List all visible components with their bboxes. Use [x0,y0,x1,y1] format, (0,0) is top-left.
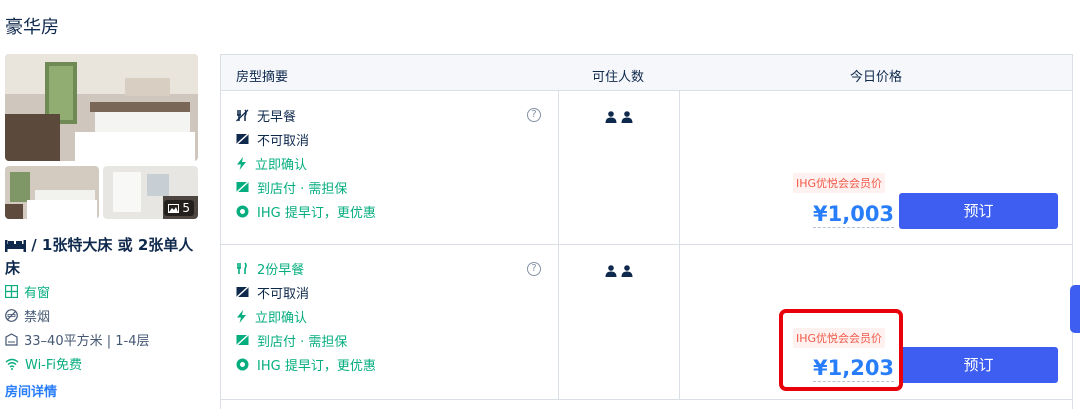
feature-area: 33–40平方米 | 1-4层 [5,330,149,349]
help-icon[interactable]: ? [527,108,541,122]
member-price-badge: IHG优悦会会员价 [793,173,886,193]
room-price: ¥1,003 [813,202,895,228]
feature-window: 有窗 [5,282,50,301]
pay-at-hotel-icon [236,334,249,346]
policy-label: 立即确认 [255,157,308,173]
policy-label: 到店付 · 需担保 [257,334,348,350]
policy-meal: 无早餐 [236,106,297,125]
area-icon [5,333,18,346]
photo-count: 5 [182,201,190,215]
no-smoking-icon [5,309,18,322]
rate-table: 房型摘要 可住人数 今日价格 无早餐 ? 不可取消 立即确认 到店付 · 需担保… [220,54,1073,409]
no-meal-icon [236,108,249,121]
lightning-icon [237,309,246,323]
feature-label: 33–40平方米 | 1-4层 [24,334,150,349]
lightning-icon [237,156,246,170]
policy-label: 2份早餐 [257,262,305,278]
room-photo-thumb-1[interactable] [5,166,99,219]
policy-label: 无早餐 [257,109,297,125]
no-cancel-icon [236,286,249,298]
person-icon [605,265,617,277]
person-icon [621,265,633,277]
policy-label: IHG 提早订，更优惠 [257,358,376,374]
feature-label: 有窗 [24,286,51,301]
book-button[interactable]: 预订 [899,193,1058,229]
gallery-icon [168,203,180,213]
policy-payment: 到店付 · 需担保 [236,331,348,350]
policy-confirm: 立即确认 [236,154,308,173]
policy-confirm: 立即确认 [236,307,308,326]
policy-label: 不可取消 [257,286,310,302]
feature-no-smoking: 禁烟 [5,306,50,325]
window-icon [5,285,18,298]
policy-label: 到店付 · 需担保 [257,181,348,197]
policy-cancel: 不可取消 [236,130,310,149]
header-guests: 可住人数 [592,70,645,85]
price-highlight-box [779,309,903,391]
policy-payment: 到店付 · 需担保 [236,178,348,197]
person-icon [605,111,617,123]
header-summary: 房型摘要 [236,70,289,85]
room-title: 豪华房 [5,17,59,38]
policy-meal: 2份早餐 [236,259,305,278]
pay-at-hotel-icon [236,181,249,193]
side-tab[interactable] [1070,285,1080,333]
book-button[interactable]: 预订 [899,347,1058,383]
policy-cancel: 不可取消 [236,283,310,302]
feature-label: Wi-Fi免费 [25,358,83,373]
feature-label: 禁烟 [24,310,51,325]
policy-promo: IHG 提早订，更优惠 [236,355,376,374]
table-header: 房型摘要 可住人数 今日价格 [221,55,1072,91]
circle-dot-icon [236,358,249,370]
no-cancel-icon [236,133,249,145]
wifi-icon [5,358,19,370]
guest-capacity [605,111,633,123]
bed-type-label: / 1张特大床 或 2张单人床 [5,236,194,277]
circle-dot-icon [236,205,249,217]
policy-label: IHG 提早订，更优惠 [257,205,376,221]
policy-promo: IHG 提早订，更优惠 [236,202,376,221]
photo-count-badge[interactable]: 5 [164,200,194,216]
header-price: 今日价格 [850,70,903,85]
rate-row: 2份早餐 ? 不可取消 立即确认 到店付 · 需担保 IHG 提早订，更优惠 I… [221,245,1072,400]
guest-capacity [605,265,633,277]
rate-row: 无早餐 ? 不可取消 立即确认 到店付 · 需担保 IHG 提早订，更优惠 IH… [221,91,1072,245]
bed-icon [5,240,26,252]
feature-wifi: Wi-Fi免费 [5,354,82,373]
policy-label: 立即确认 [255,310,308,326]
room-photo-main[interactable] [5,54,198,161]
meal-icon [237,261,247,274]
room-details-link[interactable]: 房间详情 [5,381,57,400]
policy-label: 不可取消 [257,133,310,149]
room-photo-thumb-2[interactable]: 5 [103,166,198,219]
bed-type: / 1张特大床 或 2张单人床 [5,234,205,280]
person-icon [621,111,633,123]
help-icon[interactable]: ? [527,262,541,276]
